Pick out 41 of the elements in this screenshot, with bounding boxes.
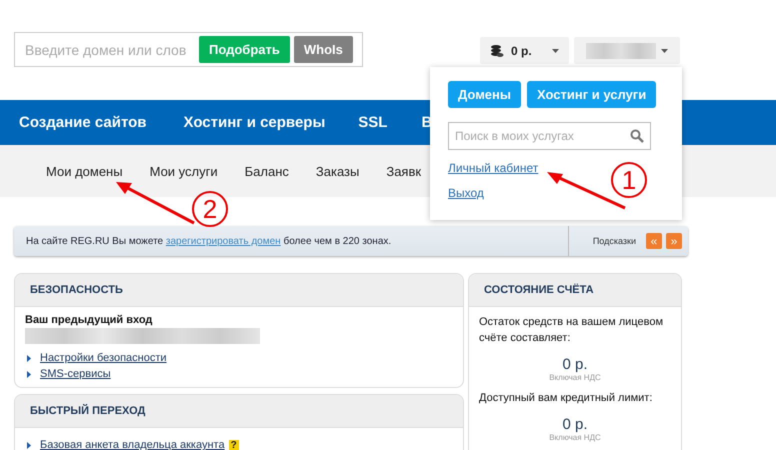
security-link[interactable]: Настройки безопасности xyxy=(40,352,167,364)
main-nav-link[interactable]: Создание сайтов xyxy=(19,114,147,131)
bullet-icon xyxy=(27,370,31,378)
balance-amount: 0 р. xyxy=(561,356,589,373)
sub-nav-link[interactable]: Мои домены xyxy=(46,164,123,178)
caret-icon xyxy=(661,48,668,52)
quick-nav-link[interactable]: Базовая анкета владельца аккаунта xyxy=(40,439,225,450)
vat-note: Включая НДС xyxy=(548,433,602,442)
caret-icon xyxy=(552,48,559,52)
info-text: На сайте REG.RU Вы можете зарегистрировать домен более чем в 220 зонах. xyxy=(25,236,392,246)
balance-label: Доступный вам кредитный лимит: xyxy=(479,391,654,406)
balance-label: Остаток средств на вашем лицевом счёте составляет: xyxy=(479,315,664,346)
user-menu-button[interactable] xyxy=(574,37,680,64)
dropdown-link[interactable]: Личный кабинет xyxy=(448,161,538,175)
main-nav-link[interactable]: SSL xyxy=(358,114,388,131)
bullet-icon xyxy=(27,354,31,362)
hints-label: Подсказки xyxy=(592,236,636,246)
bullet-icon xyxy=(27,442,31,448)
coins-icon xyxy=(490,44,504,58)
panel-title: СОСТОЯНИЕ СЧЁТА xyxy=(484,284,594,296)
help-badge[interactable]: ? xyxy=(228,440,239,450)
panel-title: БЕЗОПАСНОСТЬ xyxy=(30,284,123,296)
register-domain-link[interactable]: зарегистрировать домен xyxy=(166,236,281,246)
balance-button[interactable]: 0 р. xyxy=(480,37,569,64)
search-icon xyxy=(630,129,644,143)
balance-amount: 0 р. xyxy=(561,416,589,433)
sub-nav-link[interactable]: Мои услуги xyxy=(150,164,218,178)
redacted-username xyxy=(586,42,656,58)
dropdown-link[interactable]: Выход xyxy=(448,186,484,200)
services-search-field[interactable]: Поиск в моих услугах xyxy=(448,122,651,150)
panel-title: БЫСТРЫЙ ПЕРЕХОД xyxy=(30,405,146,417)
main-nav-link[interactable]: Хостинг и серверы xyxy=(184,114,326,131)
annotation-number: 1 xyxy=(611,162,647,198)
security-link[interactable]: SMS-сервисы xyxy=(40,368,111,380)
search-button[interactable]: WhoIs xyxy=(294,36,353,63)
vat-note: Включая НДС xyxy=(548,373,602,382)
sub-nav-link[interactable]: Заказы xyxy=(316,164,360,178)
last-login-label: Ваш предыдущий вход xyxy=(25,314,154,326)
sub-nav-link[interactable]: Заявк xyxy=(386,164,422,178)
sub-nav-link[interactable]: Баланс xyxy=(244,164,289,178)
annotation-number: 2 xyxy=(192,191,228,227)
